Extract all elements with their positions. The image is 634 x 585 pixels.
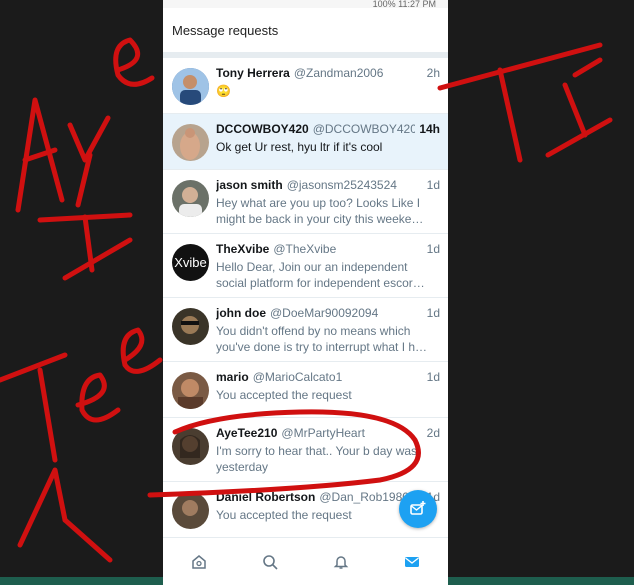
sender-name: jason smith bbox=[216, 178, 283, 192]
page-title: Message requests bbox=[172, 22, 279, 38]
sender-handle: @TheXvibe bbox=[273, 242, 337, 256]
avatar[interactable]: Xvibe bbox=[172, 244, 209, 281]
message-preview: Ok get Ur rest, hyu ltr if it's cool bbox=[216, 140, 383, 154]
message-time: 2d bbox=[426, 426, 440, 440]
message-preview: 🙄 bbox=[216, 84, 231, 98]
home-icon[interactable] bbox=[184, 547, 214, 577]
message-row[interactable]: Xvibe TheXvibe @TheXvibe 1d Hello Dear, … bbox=[163, 234, 448, 298]
message-list: Tony Herrera @Zandman2006 2h 🙄 DCCOWBOY4… bbox=[163, 58, 448, 538]
sender-name: mario bbox=[216, 370, 249, 384]
message-preview: You didn't offend by no means which you'… bbox=[216, 324, 428, 354]
avatar[interactable] bbox=[172, 492, 209, 529]
search-icon[interactable] bbox=[255, 547, 285, 577]
avatar-logo-text: Xvibe bbox=[174, 255, 207, 270]
message-row[interactable]: DCCOWBOY420 @DCCOWBOY4201 14h Ok get Ur … bbox=[163, 114, 448, 170]
message-time: 2h bbox=[426, 66, 440, 80]
message-preview: You accepted the request bbox=[216, 388, 352, 402]
bottom-navigation bbox=[163, 537, 448, 585]
sender-handle: @DCCOWBOY4201 bbox=[312, 122, 416, 136]
message-preview: Hello Dear, Join our an independent soci… bbox=[216, 260, 425, 290]
message-row[interactable]: mario @MarioCalcato1 1d You accepted the… bbox=[163, 362, 448, 418]
message-row[interactable]: john doe @DoeMar90092094 1d You didn't o… bbox=[163, 298, 448, 362]
avatar[interactable] bbox=[172, 428, 209, 465]
message-time: 1d bbox=[426, 306, 440, 320]
message-time: 1d bbox=[426, 242, 440, 256]
phone-screen: 100% 11:27 PM Message requests Tony Herr… bbox=[163, 0, 448, 585]
message-preview: I'm sorry to hear that.. Your b day was … bbox=[216, 444, 418, 474]
sender-name: AyeTee210 bbox=[216, 426, 278, 440]
page-header: Message requests bbox=[163, 8, 448, 52]
sender-name: DCCOWBOY420 bbox=[216, 122, 309, 136]
message-row[interactable]: Tony Herrera @Zandman2006 2h 🙄 bbox=[163, 58, 448, 114]
avatar[interactable] bbox=[172, 372, 209, 409]
avatar[interactable] bbox=[172, 68, 209, 105]
message-row[interactable]: jason smith @jasonsm25243524 1d Hey what… bbox=[163, 170, 448, 234]
avatar[interactable] bbox=[172, 180, 209, 217]
avatar[interactable] bbox=[172, 124, 209, 161]
notifications-icon[interactable] bbox=[326, 547, 356, 577]
message-time: 1d bbox=[426, 178, 440, 192]
sender-name: TheXvibe bbox=[216, 242, 270, 256]
message-row[interactable]: AyeTee210 @MrPartyHeart 2d I'm sorry to … bbox=[163, 418, 448, 482]
status-bar: 100% 11:27 PM bbox=[163, 0, 448, 8]
sender-handle: @MarioCalcato1 bbox=[252, 370, 343, 384]
message-time: 14h bbox=[419, 122, 440, 136]
avatar[interactable] bbox=[172, 308, 209, 345]
sender-handle: @DoeMar90092094 bbox=[270, 306, 379, 320]
new-message-button[interactable] bbox=[399, 490, 437, 528]
sender-name: john doe bbox=[216, 306, 266, 320]
sender-handle: @Zandman2006 bbox=[293, 66, 384, 80]
message-time: 1d bbox=[426, 370, 440, 384]
sender-handle: @MrPartyHeart bbox=[281, 426, 365, 440]
messages-icon[interactable] bbox=[397, 547, 427, 577]
sender-handle: @jasonsm25243524 bbox=[286, 178, 397, 192]
sender-name: Daniel Robertson bbox=[216, 490, 316, 504]
compose-message-icon bbox=[410, 501, 426, 515]
sender-name: Tony Herrera bbox=[216, 66, 290, 80]
message-preview: Hey what are you up too? Looks Like I mi… bbox=[216, 196, 424, 226]
